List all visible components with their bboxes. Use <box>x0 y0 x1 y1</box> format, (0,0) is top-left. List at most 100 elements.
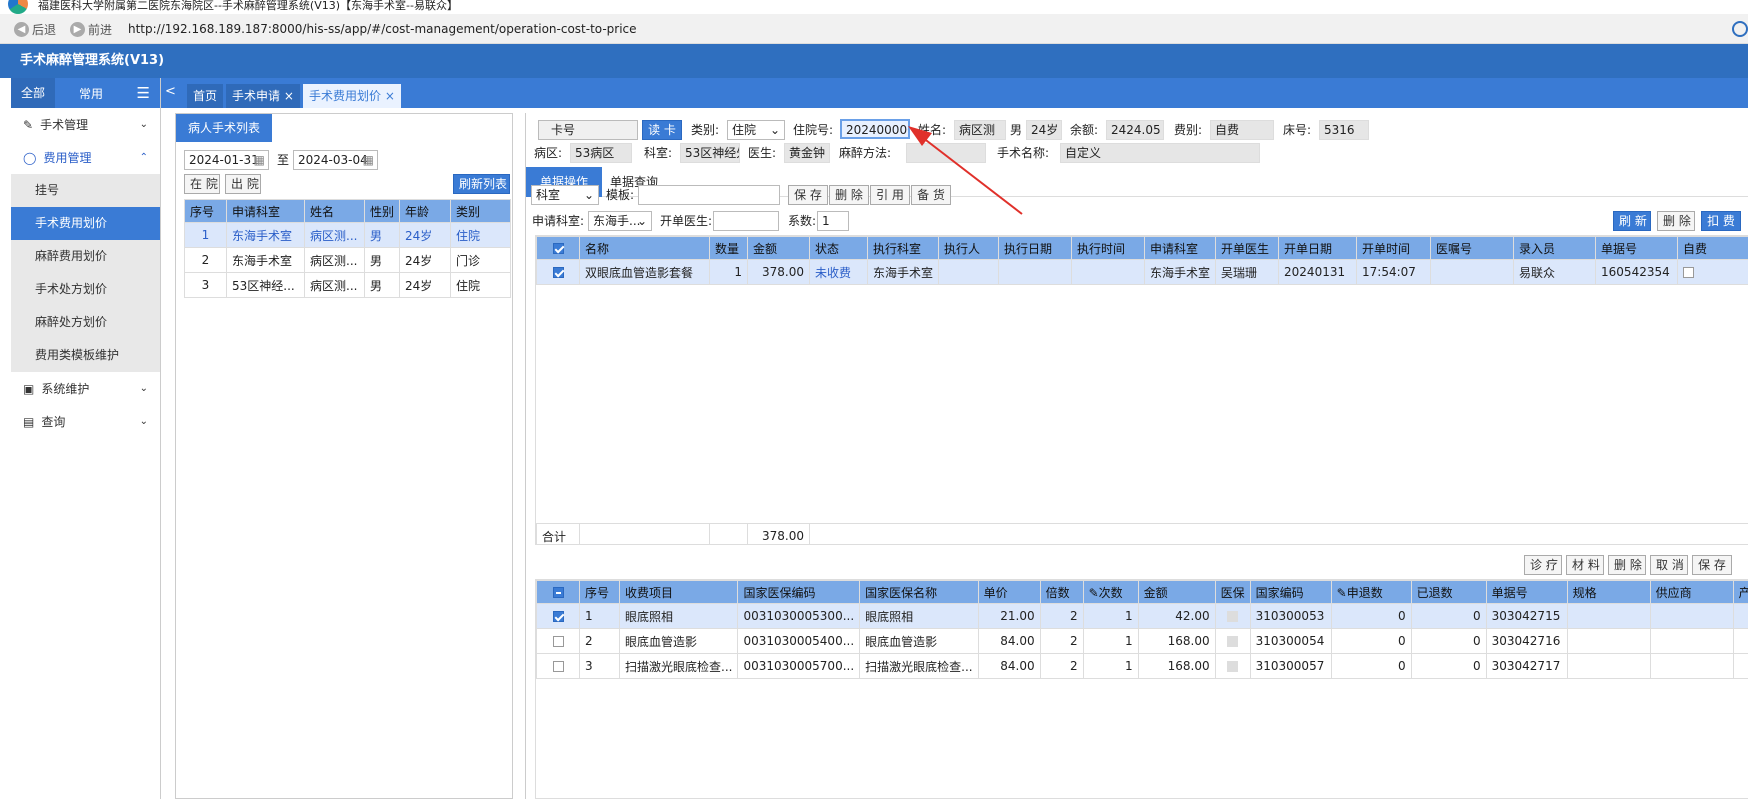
calendar-icon[interactable]: ▦ <box>363 151 374 169</box>
address-bar[interactable]: http://192.168.189.187:8000/his-ss/app/#… <box>128 22 637 36</box>
card-number-input[interactable]: 卡号 <box>538 120 638 140</box>
column-header[interactable]: 医保 <box>1214 580 1251 604</box>
browser-menu-icon[interactable] <box>1732 21 1748 37</box>
close-icon[interactable]: × <box>385 89 395 103</box>
table-row[interactable]: 3 扫描激光眼底检查... 0031030005700... 扫描激光眼底检查.… <box>536 653 1748 679</box>
submenu-cost-template-maintenance[interactable]: 费用类模板维护 <box>11 339 160 372</box>
table-row[interactable]: 1 东海手术室 病区测... 男 24岁 住院 <box>184 222 511 248</box>
cell[interactable]: 1 <box>1082 628 1139 654</box>
checkbox[interactable] <box>552 587 564 598</box>
column-header[interactable]: 国家医保名称 <box>859 580 979 604</box>
column-header[interactable]: 性别 <box>363 199 401 223</box>
table-row[interactable]: 3 53区神经... 病区测... 男 24岁 住院 <box>184 272 511 298</box>
column-header[interactable]: 执行时间 <box>1071 236 1146 260</box>
column-header[interactable]: 收费项目 <box>618 580 739 604</box>
menu-cost-management[interactable]: ◯ 费用管理 ⌃ <box>11 141 160 174</box>
cite-button[interactable]: 引 用 <box>870 185 910 205</box>
column-header[interactable]: ✎申退数 <box>1330 580 1412 604</box>
delete-button[interactable]: 删 除 <box>1657 211 1695 231</box>
submenu-surgery-cost-pricing[interactable]: 手术费用划价 <box>11 207 160 240</box>
cell[interactable]: 1 <box>1082 603 1139 629</box>
dept-select[interactable]: 科室 ⌄ <box>531 185 599 205</box>
select-all-cell[interactable] <box>536 580 580 604</box>
column-header[interactable]: 国家医保编码 <box>737 580 861 604</box>
cancel-button[interactable]: 取 消 <box>1650 555 1688 575</box>
column-header[interactable]: 单价 <box>977 580 1041 604</box>
column-header[interactable]: 申请科室 <box>1144 236 1217 260</box>
column-header[interactable]: 供应商 <box>1649 580 1734 604</box>
column-header[interactable]: 类别 <box>450 199 511 223</box>
checkbox[interactable] <box>552 636 564 647</box>
menu-system-maintenance[interactable]: ▣ 系统维护 ⌄ <box>11 372 160 405</box>
save-button[interactable]: 保 存 <box>788 185 828 205</box>
refresh-list-button[interactable]: 刷新列表 <box>453 174 510 194</box>
close-icon[interactable]: × <box>284 89 294 103</box>
column-header[interactable]: ✎次数 <box>1082 580 1139 604</box>
back-button[interactable]: ◀ 后退 <box>14 21 56 37</box>
tab-surgery-cost-pricing[interactable]: 手术费用划价 × <box>303 84 401 108</box>
column-header[interactable]: 执行日期 <box>998 236 1073 260</box>
column-header[interactable]: 开单医生 <box>1215 236 1280 260</box>
tab-home[interactable]: 首页 <box>187 84 224 108</box>
inpatient-no-input[interactable]: 202400000 <box>840 119 910 139</box>
column-header[interactable]: 申请科室 <box>226 199 305 223</box>
column-header[interactable]: 倍数 <box>1039 580 1084 604</box>
cell[interactable]: 0 <box>1330 628 1412 654</box>
column-header[interactable]: 执行科室 <box>866 236 940 260</box>
template-input[interactable] <box>638 185 780 205</box>
checkbox[interactable] <box>552 661 564 672</box>
column-header[interactable]: 金额 <box>1137 580 1216 604</box>
date-to-input[interactable]: 2024-03-04 ▦ <box>293 150 378 170</box>
cell[interactable]: 0 <box>1330 653 1412 679</box>
row-select-cell[interactable] <box>536 603 580 629</box>
checkbox[interactable] <box>552 243 564 254</box>
column-header[interactable]: 序号 <box>579 580 620 604</box>
out-hospital-button[interactable]: 出 院 <box>225 174 261 194</box>
date-from-input[interactable]: 2024-01-31 ▦ <box>184 150 269 170</box>
submenu-anesthesia-cost-pricing[interactable]: 麻醉费用划价 <box>11 240 160 273</box>
submenu-registration[interactable]: 挂号 <box>11 174 160 207</box>
submenu-surgery-prescription-pricing[interactable]: 手术处方划价 <box>11 273 160 306</box>
material-button[interactable]: 材 料 <box>1566 555 1604 575</box>
tab-scroll-left-icon[interactable]: < <box>165 84 176 99</box>
sidebar-tab-all[interactable]: 全部 <box>11 78 56 108</box>
cell[interactable]: 0 <box>1330 603 1412 629</box>
table-row[interactable]: 2 眼底血管造影 0031030005400... 眼底血管造影 84.00 2… <box>536 628 1748 654</box>
column-header[interactable]: 单据号 <box>1595 236 1679 260</box>
deduct-fee-button[interactable]: 扣 费 <box>1701 211 1741 231</box>
cell[interactable]: 1 <box>1082 653 1139 679</box>
forward-button[interactable]: ▶ 前进 <box>70 21 112 37</box>
column-header[interactable]: 自费 <box>1677 236 1748 260</box>
column-header[interactable]: 国家编码 <box>1249 580 1332 604</box>
column-header[interactable]: 医嘱号 <box>1430 236 1515 260</box>
menu-query[interactable]: ▤ 查询 ⌄ <box>11 405 160 438</box>
column-header[interactable]: 单据号 <box>1485 580 1568 604</box>
refresh-button[interactable]: 刷 新 <box>1613 211 1651 231</box>
delete-button[interactable]: 删 除 <box>829 185 869 205</box>
row-select-cell[interactable] <box>536 259 580 285</box>
diagnosis-button[interactable]: 诊 疗 <box>1524 555 1562 575</box>
stock-button[interactable]: 备 货 <box>911 185 951 205</box>
tab-surgery-apply[interactable]: 手术申请 × <box>226 84 300 108</box>
column-header[interactable]: 数量 <box>709 236 748 260</box>
column-header[interactable]: 规格 <box>1566 580 1651 604</box>
column-header[interactable]: 产品 <box>1732 580 1748 604</box>
self-pay-cell[interactable] <box>1677 259 1748 285</box>
column-header[interactable]: 状态 <box>809 236 868 260</box>
column-header[interactable]: 开单时间 <box>1356 236 1432 260</box>
column-header[interactable]: 开单日期 <box>1278 236 1358 260</box>
column-header[interactable]: 已退数 <box>1410 580 1487 604</box>
row-select-cell[interactable] <box>536 653 580 679</box>
row-select-cell[interactable] <box>536 628 580 654</box>
hamburger-icon[interactable]: ☰ <box>127 84 160 102</box>
submenu-anesthesia-prescription-pricing[interactable]: 麻醉处方划价 <box>11 306 160 339</box>
read-card-button[interactable]: 读 卡 <box>642 120 682 140</box>
column-header[interactable]: 执行人 <box>938 236 1000 260</box>
table-row[interactable]: 1 眼底照相 0031030005300... 眼底照相 21.00 2 1 4… <box>536 603 1748 629</box>
select-all-cell[interactable] <box>536 236 580 260</box>
calendar-icon[interactable]: ▦ <box>254 151 265 169</box>
column-header[interactable]: 序号 <box>184 199 227 223</box>
menu-surgery-management[interactable]: ✎ 手术管理 ⌄ <box>11 108 160 141</box>
checkbox[interactable] <box>552 611 564 622</box>
column-header[interactable]: 姓名 <box>304 199 365 223</box>
